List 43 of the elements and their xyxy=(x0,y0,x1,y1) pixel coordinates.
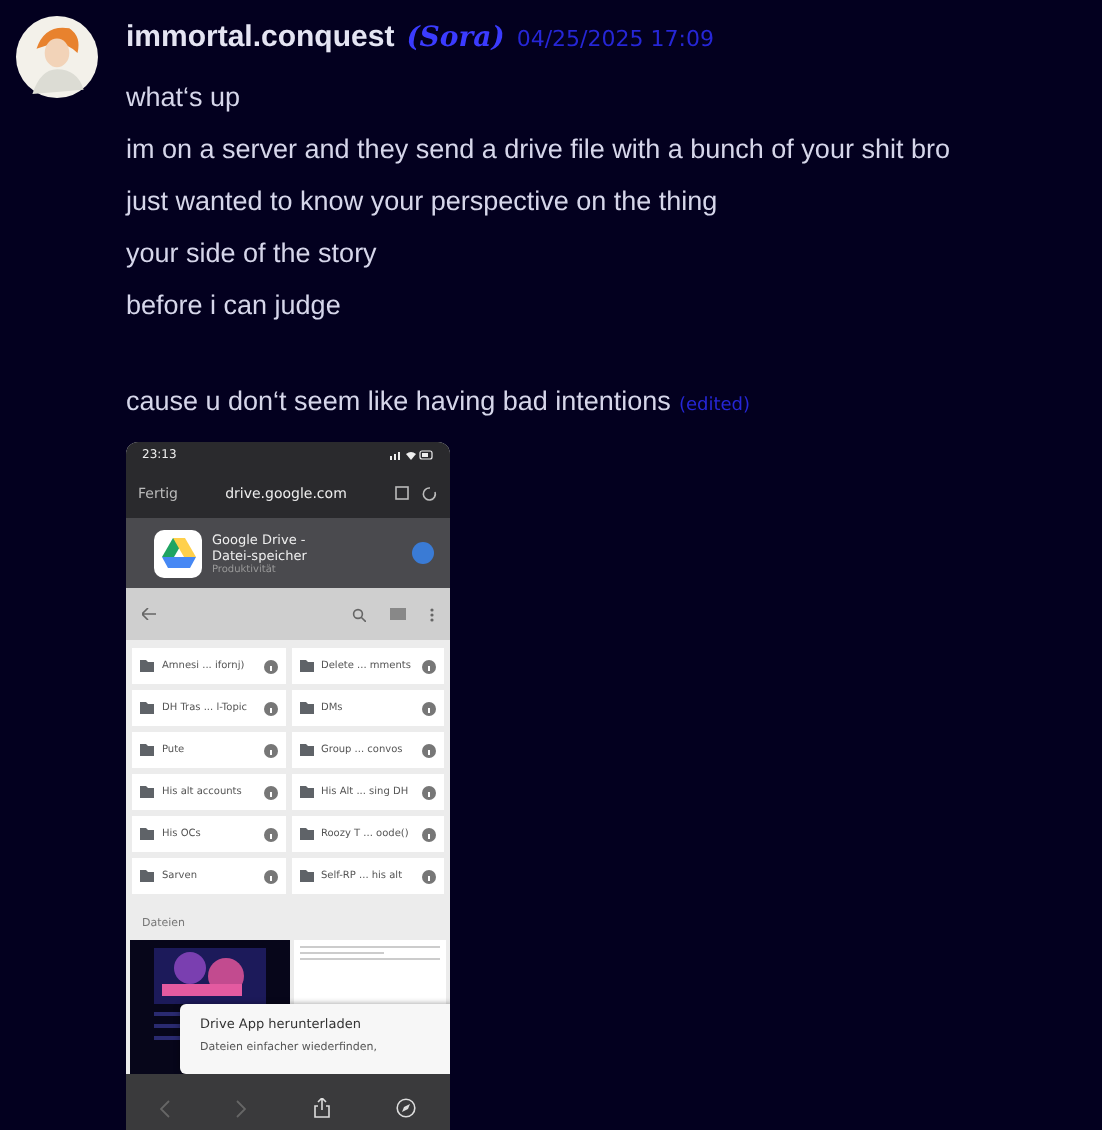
compass-icon[interactable] xyxy=(396,1098,417,1118)
toolbar-icons[interactable] xyxy=(393,485,438,501)
folder-icon xyxy=(140,828,154,840)
folder-icon xyxy=(140,786,154,798)
username[interactable]: immortal.conquest xyxy=(126,20,395,54)
info-icon[interactable] xyxy=(263,659,277,673)
share-icon[interactable] xyxy=(313,1098,330,1118)
status-icons xyxy=(390,450,434,460)
message-line: before i can judge xyxy=(126,288,343,324)
folder-icon xyxy=(299,870,313,882)
info-icon[interactable] xyxy=(263,701,277,715)
info-icon[interactable] xyxy=(422,827,436,841)
info-icon[interactable] xyxy=(422,701,436,715)
message-line: what‘s up xyxy=(126,80,243,116)
folder-icon xyxy=(140,702,154,714)
drive-logo-icon xyxy=(154,529,202,577)
info-icon[interactable] xyxy=(263,743,277,757)
avatar[interactable] xyxy=(16,16,98,98)
folder-icon xyxy=(140,870,154,882)
folder-icon xyxy=(299,702,313,714)
folder-icon xyxy=(299,786,313,798)
info-icon[interactable] xyxy=(263,827,277,841)
info-icon[interactable] xyxy=(422,659,436,673)
folder-icon xyxy=(299,660,313,672)
folder-icon xyxy=(299,828,313,840)
message-line: im on a server and they send a drive file with a bunch of your shit bro xyxy=(126,132,950,168)
message-line: cause u don‘t seem like having bad intentions xyxy=(126,384,671,420)
message-line: your side of the story xyxy=(126,236,379,272)
folder-icon xyxy=(140,660,154,672)
edited-label: (edited) xyxy=(678,396,750,416)
search-icon[interactable] xyxy=(352,607,366,621)
info-icon[interactable] xyxy=(422,785,436,799)
folder-icon xyxy=(140,744,154,756)
info-icon[interactable] xyxy=(263,869,277,883)
screenshot-attachment[interactable] xyxy=(126,442,450,1130)
info-icon[interactable] xyxy=(263,785,277,799)
nickname: (Sora) xyxy=(406,22,505,54)
message-line: just wanted to know your perspective on the thing xyxy=(126,184,720,220)
info-icon[interactable] xyxy=(422,869,436,883)
timestamp: 04/25/2025 17:09 xyxy=(516,26,714,52)
folder-icon xyxy=(299,744,313,756)
info-icon[interactable] xyxy=(422,743,436,757)
back-icon[interactable] xyxy=(142,608,156,620)
